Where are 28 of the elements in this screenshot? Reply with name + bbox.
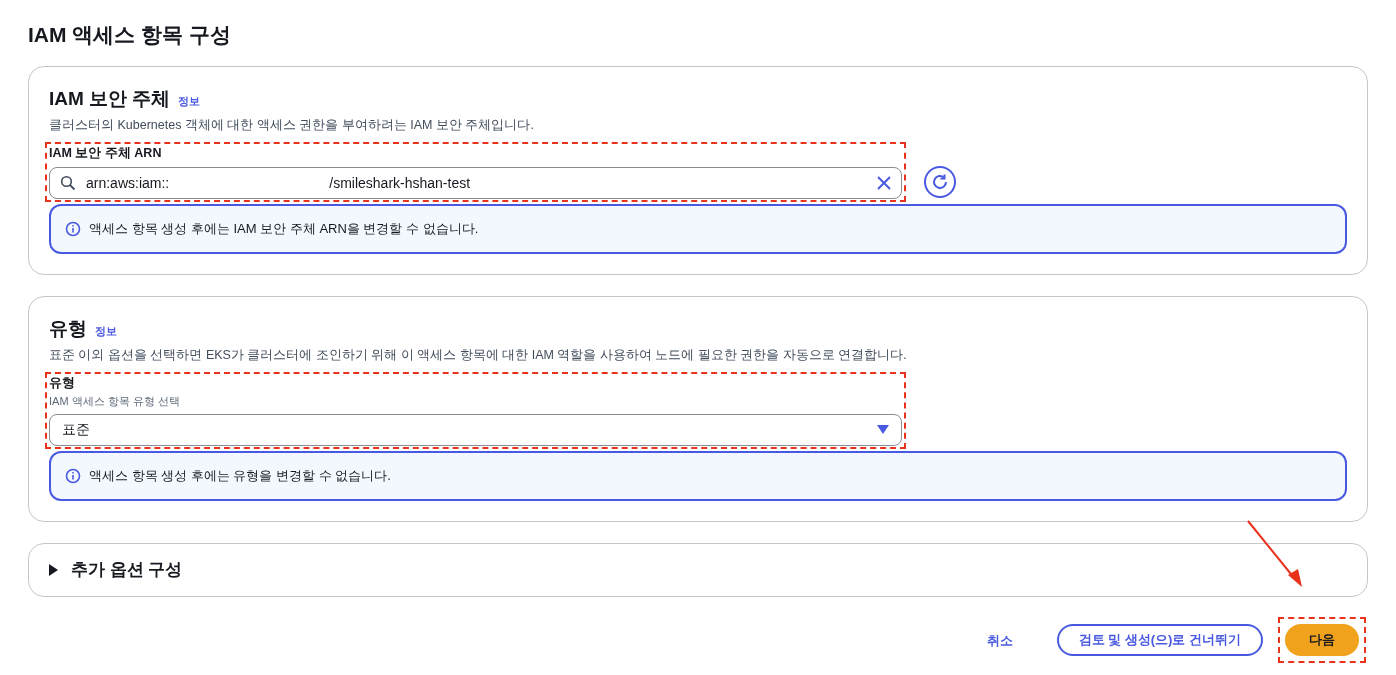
info-link[interactable]: 정보 xyxy=(95,323,117,340)
info-link[interactable]: 정보 xyxy=(178,93,201,110)
refresh-icon xyxy=(931,173,949,191)
additional-options-card[interactable]: 추가 옵션 구성 xyxy=(28,542,1368,597)
section-title: 추가 옵션 구성 xyxy=(71,558,183,581)
alert-text: 액세스 항목 생성 후에는 유형을 변경할 수 없습니다. xyxy=(89,466,391,485)
cancel-link[interactable]: 취소 xyxy=(978,630,1021,650)
refresh-button[interactable] xyxy=(924,166,956,198)
caret-down-icon xyxy=(877,424,889,435)
alert-text: 액세스 항목 생성 후에는 IAM 보안 주체 ARN을 변경할 수 없습니다. xyxy=(89,220,479,239)
arn-search-field[interactable]: arn:aws:iam:: /smileshark-hshan-test xyxy=(49,167,902,199)
field-label: 유형 xyxy=(49,375,76,393)
field-label: IAM 보안 주체 ARN xyxy=(49,145,163,163)
section-description: 클러스터의 Kubernetes 객체에 대한 액세스 권한을 부여하려는 IAM 보안 주체입니다. xyxy=(49,116,535,134)
next-button[interactable]: 다음 xyxy=(1285,623,1359,656)
field-hint: IAM 액세스 항목 유형 선택 xyxy=(49,394,181,409)
info-icon xyxy=(65,221,81,237)
arn-value: arn:aws:iam:: xyxy=(86,173,170,193)
section-title: 유형 xyxy=(49,317,87,341)
info-icon xyxy=(65,467,81,484)
arn-value: /smileshark-hshan-test xyxy=(329,173,471,193)
search-icon xyxy=(60,175,76,191)
skip-button[interactable]: 검토 및 생성(으)로 건너뛰기 xyxy=(1056,623,1263,656)
close-icon[interactable] xyxy=(877,176,891,190)
page-title: IAM 액세스 항목 구성 xyxy=(28,22,232,48)
section-title: IAM 보안 주체 xyxy=(49,87,171,111)
section-description: 표준 이외 옵션을 선택하면 EKS가 클러스터에 조인하기 위해 이 액세스 항목에 대한 IAM 역할을 사용하여 노드에 필요한 권한을 자동으로 연결합니다. xyxy=(49,346,908,364)
type-select[interactable]: 표준 xyxy=(49,413,902,446)
